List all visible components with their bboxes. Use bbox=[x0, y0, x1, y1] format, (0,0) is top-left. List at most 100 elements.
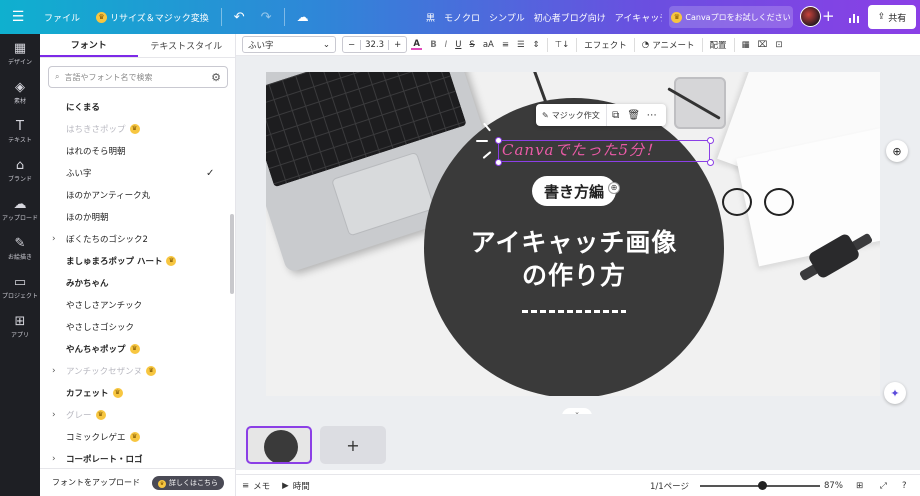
tab-fonts[interactable]: フォント bbox=[40, 34, 138, 57]
chevron-right-icon[interactable]: › bbox=[52, 454, 56, 464]
chevron-right-icon[interactable]: › bbox=[52, 366, 56, 376]
font-list-item[interactable]: › ぼくたちのゴシック2 bbox=[40, 228, 230, 250]
font-list-item[interactable]: はれのそら明朝 bbox=[40, 140, 230, 162]
italic-button[interactable]: I bbox=[441, 34, 452, 56]
font-list-item[interactable]: › アンチックセザンヌ ♛ bbox=[40, 360, 230, 382]
design-canvas[interactable]: Canvaでたった5分！ ✎ マジック作文 ⧉ 🗑 ⋯ 書き方編 ⊕ アイキャッチ… bbox=[266, 72, 880, 396]
list-button[interactable]: ☰ bbox=[513, 34, 529, 56]
font-list-item[interactable]: やさしさアンチック bbox=[40, 294, 230, 316]
font-list-item[interactable]: › グレー ♛ bbox=[40, 404, 230, 426]
scrollbar[interactable] bbox=[230, 214, 234, 294]
add-collaborator-button[interactable]: + bbox=[822, 7, 835, 25]
rail-item-brand[interactable]: ⌂ ブランド bbox=[0, 151, 40, 190]
font-list-item[interactable]: ましゅまろポップ ハート ♛ bbox=[40, 250, 230, 272]
resize-magic-button[interactable]: ♛ リサイズ＆マジック変換 bbox=[88, 0, 217, 34]
grid-view-button[interactable]: ⊞ bbox=[850, 481, 869, 491]
move-handle[interactable]: ⊕ bbox=[608, 182, 620, 194]
sparkle-icon: ✦ bbox=[890, 386, 900, 400]
rail-item-upload[interactable]: ☁ アップロード bbox=[0, 190, 40, 229]
text-color-button[interactable]: A bbox=[407, 34, 426, 56]
more-icon[interactable]: ⋯ bbox=[643, 110, 661, 121]
add-page-button[interactable]: + bbox=[320, 426, 386, 464]
font-list-item[interactable]: みかちゃん bbox=[40, 272, 230, 294]
notes-button[interactable]: ≡ メモ bbox=[236, 480, 276, 492]
copy-style-button[interactable]: ⌧ bbox=[754, 34, 772, 56]
fullscreen-button[interactable]: ⤢ bbox=[874, 481, 893, 491]
resize-handle[interactable] bbox=[495, 137, 502, 144]
resize-handle[interactable] bbox=[495, 159, 502, 166]
font-list-item[interactable]: にくまる bbox=[40, 96, 230, 118]
avatar[interactable] bbox=[800, 6, 821, 27]
document-title[interactable]: 黒 モノクロ シンプル 初心者ブログ向け アイキャッチ画... bbox=[426, 0, 662, 34]
decrease-size-button[interactable]: − bbox=[343, 40, 360, 50]
increase-size-button[interactable]: + bbox=[389, 40, 406, 50]
font-list-item[interactable]: はちきさポップ ♛ bbox=[40, 118, 230, 140]
font-list-item[interactable]: ふい字 ✓ bbox=[40, 162, 230, 184]
insights-button[interactable] bbox=[843, 6, 865, 28]
effects-button[interactable]: エフェクト bbox=[580, 34, 631, 56]
magic-write-button[interactable]: ✎ マジック作文 bbox=[536, 104, 607, 126]
spacing-button[interactable]: ⇕ bbox=[529, 34, 544, 56]
font-list-item[interactable]: やさしさゴシック bbox=[40, 316, 230, 338]
add-comment-button[interactable]: ⊕ bbox=[886, 140, 908, 162]
page-indicator[interactable]: 1/1ページ bbox=[644, 480, 695, 492]
font-search-input[interactable]: ⌕ 言語やフォント名で検索 ⚙ bbox=[48, 66, 228, 88]
strikethrough-button[interactable]: S bbox=[465, 34, 478, 56]
resize-label: リサイズ＆マジック変換 bbox=[110, 13, 209, 24]
font-list-item[interactable]: ほのかアンティーク丸 bbox=[40, 184, 230, 206]
font-list-item[interactable]: カフェット ♛ bbox=[40, 382, 230, 404]
font-list-item[interactable]: › コーポレート・ロゴ bbox=[40, 448, 230, 466]
duplicate-icon[interactable]: ⧉ bbox=[607, 110, 625, 121]
crown-icon: ♛ bbox=[95, 410, 106, 420]
bold-button[interactable]: B bbox=[426, 34, 440, 56]
lock-button[interactable]: ⊡ bbox=[771, 34, 786, 56]
transparency-button[interactable]: ▦ bbox=[738, 34, 754, 56]
rail-item-text[interactable]: T テキスト bbox=[0, 112, 40, 151]
headline[interactable]: アイキャッチ画像 の作り方 bbox=[424, 226, 724, 292]
vertical-text-button[interactable]: ⊤↓ bbox=[551, 34, 574, 56]
cloud-save-button[interactable]: ☁ bbox=[289, 0, 317, 34]
chevron-right-icon[interactable]: › bbox=[52, 234, 56, 244]
rail-item-draw[interactable]: ✎ お絵描き bbox=[0, 229, 40, 268]
upload-font-row[interactable]: フォントをアップロード ♛ 詳しくはこちら bbox=[40, 468, 236, 496]
font-list-item[interactable]: やんちゃポップ ♛ bbox=[40, 338, 230, 360]
chevron-right-icon[interactable]: › bbox=[52, 410, 56, 420]
crown-icon: ♛ bbox=[96, 11, 108, 23]
subtitle-text[interactable]: Canvaでたった5分！ bbox=[502, 139, 661, 160]
pill-label[interactable]: 書き方編 bbox=[532, 176, 616, 206]
font-list-item[interactable]: コミックレゲエ ♛ bbox=[40, 426, 230, 448]
resize-handle[interactable] bbox=[707, 159, 714, 166]
font-size-input[interactable]: 32.3 bbox=[360, 39, 390, 50]
letter-case-button[interactable]: aA bbox=[479, 34, 498, 56]
rail-item-design[interactable]: ▦ デザイン bbox=[0, 34, 40, 73]
zoom-slider-knob[interactable] bbox=[758, 481, 768, 490]
page-thumbnail[interactable] bbox=[246, 426, 312, 464]
align-button[interactable]: ≡ bbox=[498, 34, 513, 56]
learn-more-badge[interactable]: ♛ 詳しくはこちら bbox=[152, 475, 224, 490]
file-menu-button[interactable]: ファイル bbox=[36, 0, 88, 34]
font-family-select[interactable]: ふい字 ⌄ bbox=[242, 36, 336, 53]
main-menu-button[interactable]: ☰ bbox=[0, 0, 36, 34]
rail-item-apps[interactable]: ⊞ アプリ bbox=[0, 307, 40, 346]
help-button[interactable]: ? bbox=[896, 481, 913, 491]
zoom-value[interactable]: 87% bbox=[818, 481, 849, 491]
position-button[interactable]: 配置 bbox=[706, 34, 731, 56]
notes-icon: ≡ bbox=[242, 480, 250, 491]
trash-icon[interactable]: 🗑 bbox=[625, 110, 643, 121]
magic-assistant-button[interactable]: ✦ bbox=[884, 382, 906, 404]
font-name: カフェット bbox=[66, 389, 109, 399]
resize-handle[interactable] bbox=[707, 137, 714, 144]
rail-item-elements[interactable]: ◈ 素材 bbox=[0, 73, 40, 112]
font-list-item[interactable]: ほのか明朝 bbox=[40, 206, 230, 228]
timer-button[interactable]: ▶ 時間 bbox=[276, 480, 316, 492]
try-pro-button[interactable]: ♛ Canvaプロをお試しください bbox=[669, 6, 793, 28]
list-icon: ☰ bbox=[516, 39, 525, 50]
animate-button[interactable]: ◔ アニメート bbox=[638, 34, 699, 56]
share-button[interactable]: ⇪ 共有 bbox=[868, 5, 916, 29]
redo-button[interactable]: ↷ bbox=[253, 0, 280, 34]
rail-item-projects[interactable]: ▭ プロジェクト bbox=[0, 268, 40, 307]
tab-text-styles[interactable]: テキストスタイル bbox=[138, 34, 236, 57]
filter-icon[interactable]: ⚙ bbox=[211, 71, 221, 84]
undo-button[interactable]: ↶ bbox=[226, 0, 253, 34]
underline-button[interactable]: U bbox=[451, 34, 465, 56]
